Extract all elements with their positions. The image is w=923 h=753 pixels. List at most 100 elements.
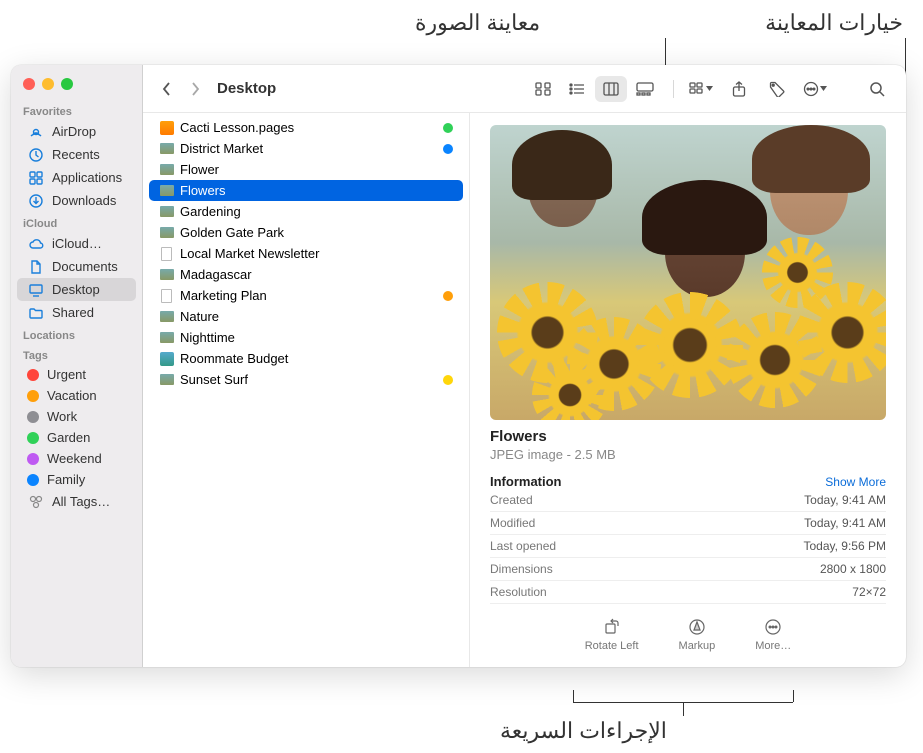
file-item[interactable]: Roommate Budget: [149, 348, 463, 369]
sidebar-item-label: Applications: [52, 170, 122, 185]
section-favorites: Favorites: [11, 100, 142, 120]
finder-window: Favorites AirDrop Recents Applications D…: [11, 65, 906, 667]
more-button[interactable]: [800, 76, 830, 102]
markup-action[interactable]: Markup: [679, 618, 716, 652]
view-gallery-button[interactable]: [629, 76, 661, 102]
info-row-label: Modified: [490, 516, 535, 530]
callout-line: [793, 690, 794, 702]
file-item[interactable]: Marketing Plan: [149, 285, 463, 306]
file-name: Flower: [180, 162, 453, 177]
view-list-button[interactable]: [561, 76, 593, 102]
preview-name: Flowers: [490, 428, 886, 445]
callout-line: [573, 690, 574, 702]
main-area: Desktop Cacti Lesson.pages District Ma: [143, 65, 906, 667]
sidebar-tag-garden[interactable]: Garden: [17, 427, 136, 448]
file-name: Cacti Lesson.pages: [180, 120, 443, 135]
file-icon: [159, 225, 174, 240]
file-item[interactable]: Cacti Lesson.pages: [149, 117, 463, 138]
file-icon: [159, 162, 174, 177]
file-icon: [159, 267, 174, 282]
view-column-button[interactable]: [595, 76, 627, 102]
close-button[interactable]: [23, 78, 35, 90]
sidebar-item-airdrop[interactable]: AirDrop: [17, 120, 136, 143]
callout-preview-options: خيارات المعاينة: [765, 10, 903, 36]
sidebar: Favorites AirDrop Recents Applications D…: [11, 65, 143, 667]
file-item[interactable]: Nature: [149, 306, 463, 327]
file-tag-dot: [443, 291, 453, 301]
file-name: Madagascar: [180, 267, 453, 282]
file-tag-dot: [443, 375, 453, 385]
tag-dot-icon: [27, 453, 39, 465]
section-tags: Tags: [11, 344, 142, 364]
callout-line: [683, 702, 684, 716]
callout-quick-actions: الإجراءات السريعة: [500, 718, 667, 744]
file-item[interactable]: Flower: [149, 159, 463, 180]
preview-image[interactable]: [490, 125, 886, 420]
view-icon-button[interactable]: [527, 76, 559, 102]
group-button[interactable]: [686, 76, 716, 102]
separator: [673, 80, 674, 98]
sidebar-tag-label: Urgent: [47, 367, 86, 382]
info-row-value: Today, 9:41 AM: [804, 516, 886, 530]
sidebar-tag-work[interactable]: Work: [17, 406, 136, 427]
tag-dot-icon: [27, 390, 39, 402]
sidebar-item-shared[interactable]: Shared: [17, 301, 136, 324]
tag-dot-icon: [27, 474, 39, 486]
file-icon: [159, 372, 174, 387]
file-item[interactable]: Local Market Newsletter: [149, 243, 463, 264]
file-item[interactable]: District Market: [149, 138, 463, 159]
sidebar-tag-family[interactable]: Family: [17, 469, 136, 490]
sidebar-item-label: Documents: [52, 259, 118, 274]
sidebar-item-label: Desktop: [52, 282, 100, 297]
sidebar-item-recents[interactable]: Recents: [17, 143, 136, 166]
search-button[interactable]: [862, 76, 892, 102]
sidebar-item-applications[interactable]: Applications: [17, 166, 136, 189]
file-icon: [159, 288, 174, 303]
file-item[interactable]: Flowers: [149, 180, 463, 201]
tag-dot-icon: [27, 432, 39, 444]
file-name: Gardening: [180, 204, 453, 219]
share-button[interactable]: [724, 76, 754, 102]
file-name: Local Market Newsletter: [180, 246, 453, 261]
sidebar-tag-label: Vacation: [47, 388, 97, 403]
sidebar-item-documents[interactable]: Documents: [17, 255, 136, 278]
sidebar-tag-urgent[interactable]: Urgent: [17, 364, 136, 385]
sidebar-item-desktop[interactable]: Desktop: [17, 278, 136, 301]
sidebar-tag-label: Family: [47, 472, 85, 487]
back-button[interactable]: [157, 78, 177, 100]
sidebar-item-icloud[interactable]: iCloud…: [17, 232, 136, 255]
info-row-label: Dimensions: [490, 562, 553, 576]
show-more-link[interactable]: Show More: [825, 475, 886, 489]
download-icon: [27, 192, 44, 209]
file-name: Flowers: [180, 183, 453, 198]
sidebar-all-tags[interactable]: All Tags…: [17, 490, 136, 513]
file-item[interactable]: Golden Gate Park: [149, 222, 463, 243]
file-item[interactable]: Madagascar: [149, 264, 463, 285]
file-item[interactable]: Sunset Surf: [149, 369, 463, 390]
fullscreen-button[interactable]: [61, 78, 73, 90]
info-row-value: 2800 x 1800: [820, 562, 886, 576]
more-action[interactable]: More…: [755, 618, 791, 652]
callout-image-preview: معاينة الصورة: [415, 10, 540, 36]
minimize-button[interactable]: [42, 78, 54, 90]
file-icon: [159, 309, 174, 324]
info-row-value: Today, 9:56 PM: [804, 539, 887, 553]
file-tag-dot: [443, 144, 453, 154]
rotate-label: Rotate Left: [585, 640, 639, 652]
file-list: Cacti Lesson.pages District Market Flowe…: [143, 113, 470, 667]
sidebar-item-downloads[interactable]: Downloads: [17, 189, 136, 212]
forward-button[interactable]: [185, 78, 205, 100]
tag-button[interactable]: [762, 76, 792, 102]
sidebar-tag-vacation[interactable]: Vacation: [17, 385, 136, 406]
file-name: Nighttime: [180, 330, 453, 345]
sidebar-tag-weekend[interactable]: Weekend: [17, 448, 136, 469]
file-icon: [159, 246, 174, 261]
file-name: Golden Gate Park: [180, 225, 453, 240]
preview-pane: Flowers JPEG image - 2.5 MB Information …: [470, 113, 906, 667]
file-item[interactable]: Gardening: [149, 201, 463, 222]
info-label: Information: [490, 474, 562, 489]
rotate-left-action[interactable]: Rotate Left: [585, 618, 639, 652]
file-item[interactable]: Nighttime: [149, 327, 463, 348]
toolbar: Desktop: [143, 65, 906, 113]
info-row-label: Created: [490, 493, 533, 507]
